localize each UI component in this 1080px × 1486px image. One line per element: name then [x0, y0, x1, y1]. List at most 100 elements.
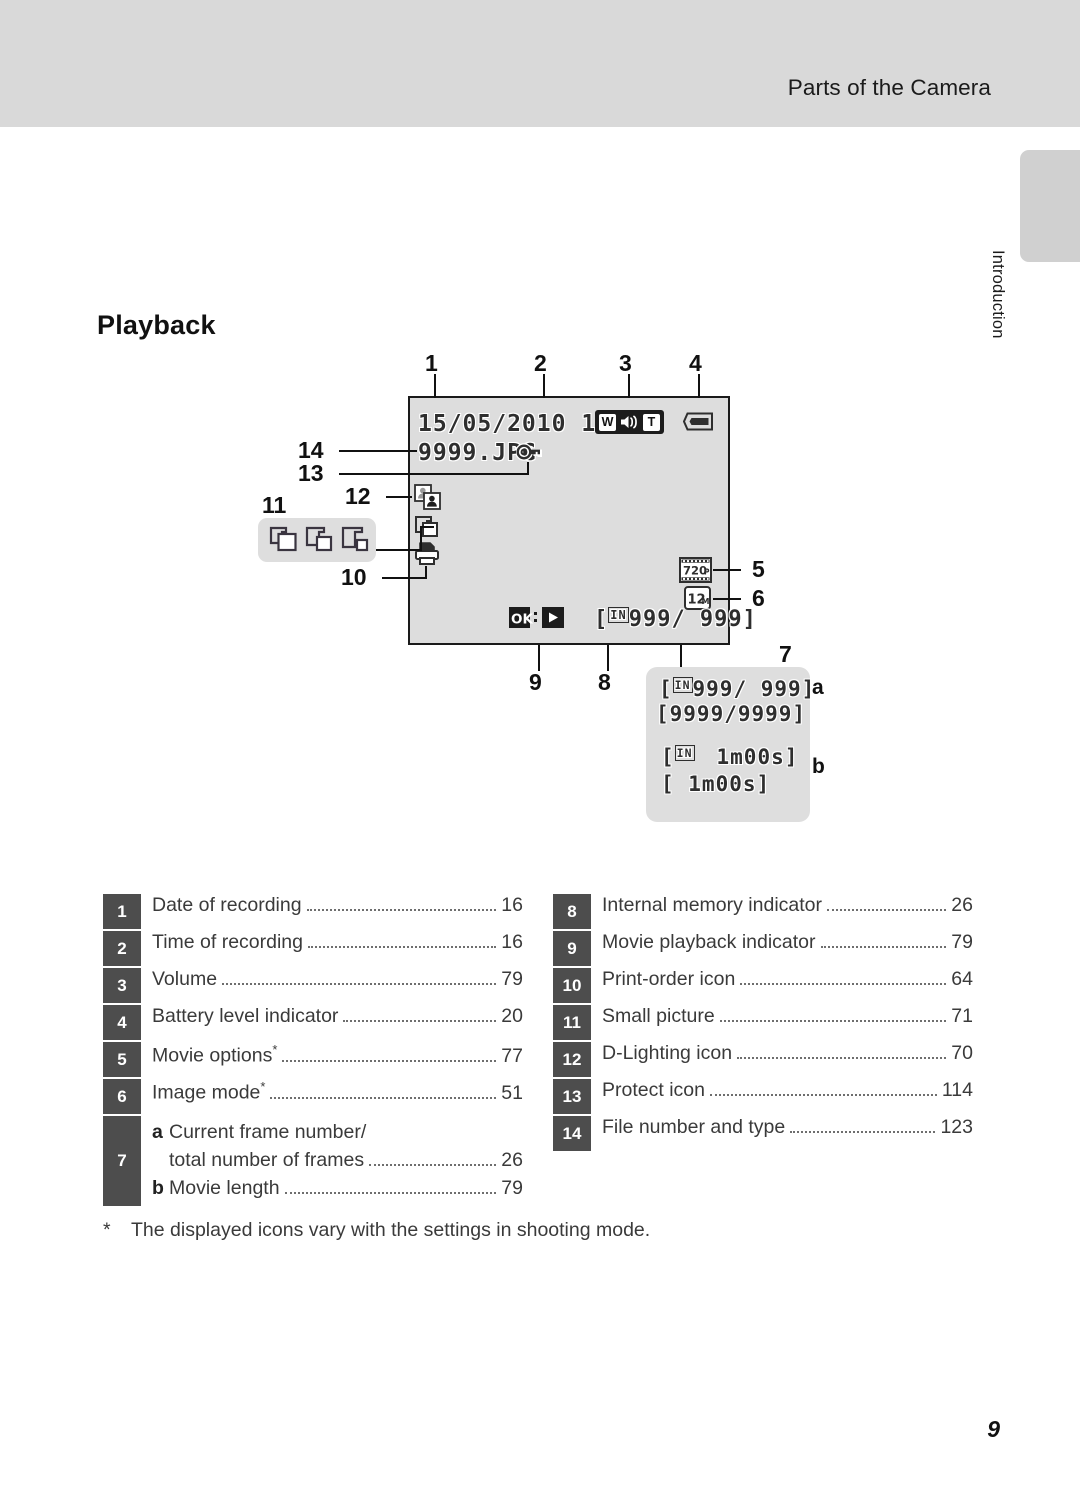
legend-row-number: 1 — [103, 894, 141, 929]
leader-line-14 — [339, 450, 417, 453]
callout-number-4: 4 — [689, 350, 702, 376]
footnote-star: * — [272, 1042, 278, 1057]
svg-text:OK: OK — [511, 612, 533, 628]
legend-row-page: 77 — [501, 1044, 523, 1067]
leader-line-3 — [628, 374, 631, 398]
legend-row-label: File number and type — [602, 1116, 786, 1138]
legend-row: 14 File number and type 123 — [553, 1116, 973, 1151]
legend-row: 5 Movie options* 77 — [103, 1042, 523, 1077]
callout-number-8: 8 — [598, 669, 611, 695]
legend-row-body: Internal memory indicator 26 — [591, 894, 973, 929]
legend-row: 3 Volume 79 — [103, 968, 523, 1003]
legend-row-7a-line1: a Current frame number/ — [152, 1119, 523, 1147]
legend-row: 10 Print-order icon 64 — [553, 968, 973, 1003]
leader-dots — [282, 1059, 497, 1062]
legend-row-page: 79 — [951, 931, 973, 953]
volume-indicator: W T — [595, 410, 664, 434]
legend-row-number: 13 — [553, 1079, 591, 1114]
volume-wide-icon: W — [599, 413, 616, 431]
small-picture-icon-small — [341, 526, 371, 559]
legend-row-page: 20 — [501, 1005, 523, 1027]
internal-memory-indicator-screen: IN — [608, 607, 629, 623]
legend-row-number: 5 — [103, 1042, 141, 1077]
legend-row-7b: b Movie length 79 — [152, 1175, 523, 1203]
legend-row-number: 12 — [553, 1042, 591, 1077]
leader-line-10-h — [382, 577, 427, 580]
legend-row-number: 3 — [103, 968, 141, 1003]
legend-row-page: 79 — [501, 968, 523, 990]
leader-dots — [343, 1020, 497, 1022]
small-picture-icon-screen — [414, 515, 440, 544]
legend-row-body: Image mode* 51 — [141, 1079, 523, 1114]
legend-row-body: Movie playback indicator 79 — [591, 931, 973, 966]
leader-line-5 — [713, 569, 741, 572]
page-number: 9 — [987, 1416, 1000, 1442]
small-picture-size-group — [258, 518, 376, 562]
legend-row: 9 Movie playback indicator 79 — [553, 931, 973, 966]
legend-row-label: Protect icon — [602, 1079, 705, 1101]
legend-row-number: 6 — [103, 1079, 141, 1114]
leader-dots — [222, 983, 497, 985]
legend-row: 4 Battery level indicator 20 — [103, 1005, 523, 1040]
legend-row-label: Movie playback indicator — [602, 931, 816, 953]
legend-column-left: 1 Date of recording 16 2 Time of recording 16… — [103, 894, 523, 1208]
legend-row-label: Battery level indicator — [152, 1005, 339, 1027]
detail-sublabel-a: a — [812, 676, 824, 699]
legend-row-page: 16 — [501, 931, 523, 953]
legend-row-page: 26 — [951, 894, 973, 916]
callout-number-10: 10 — [341, 564, 367, 590]
leader-line-11-h2 — [420, 526, 434, 529]
leader-line-1 — [434, 374, 437, 398]
leader-dots — [284, 1191, 497, 1194]
leader-line-12 — [386, 496, 412, 499]
svg-text:P: P — [704, 568, 710, 577]
legend-row-label: Time of recording — [152, 931, 304, 953]
legend-row-body: Protect icon 114 — [591, 1079, 973, 1114]
legend-row-body: Movie options* 77 — [141, 1042, 523, 1077]
legend-column-right: 8 Internal memory indicator 26 9 Movie playb… — [553, 894, 973, 1153]
legend-row-7a-text2: total number of frames — [169, 1149, 365, 1172]
legend-row-number: 2 — [103, 931, 141, 966]
callout-number-14: 14 — [298, 437, 324, 463]
small-picture-icon-medium — [305, 526, 335, 559]
legend-row: 8 Internal memory indicator 26 — [553, 894, 973, 929]
footnote-text: The displayed icons vary with the settin… — [131, 1219, 651, 1241]
leader-line-13-h — [339, 473, 529, 476]
legend-row-body: Print-order icon 64 — [591, 968, 973, 1003]
leader-line-2 — [543, 374, 546, 398]
legend-row-page: 70 — [951, 1042, 973, 1064]
legend-row: 1 Date of recording 16 — [103, 894, 523, 929]
detail-line-b2: [ 1m00s] — [661, 772, 771, 796]
leader-dots — [790, 1131, 936, 1133]
leader-dots — [740, 983, 947, 985]
battery-level-icon — [682, 412, 713, 431]
legend-row-body: Date of recording 16 — [141, 894, 523, 929]
leader-line-8 — [607, 645, 610, 671]
legend-row: 11 Small picture 71 — [553, 1005, 973, 1040]
legend-row-number: 8 — [553, 894, 591, 929]
legend-row: 6 Image mode* 51 — [103, 1079, 523, 1114]
leader-dots — [308, 946, 497, 948]
legend-row-label: Small picture — [602, 1005, 715, 1027]
legend-row-page: 16 — [501, 894, 523, 916]
leader-line-9 — [538, 645, 541, 671]
legend-row-7a-text1: Current frame number/ — [169, 1121, 367, 1144]
callout-number-12: 12 — [345, 483, 371, 509]
callout-number-9: 9 — [529, 669, 542, 695]
legend-row-7: 7 a Current frame number/total number of f… — [103, 1116, 523, 1206]
legend-row-7a-line2: total number of frames 26 — [152, 1147, 523, 1175]
playback-display-diagram: 1 2 3 4 15/05/2010 12:00 W T 9999.JPG — [0, 0, 1080, 860]
detail-line-b1: [IN 1m00s] — [661, 745, 799, 769]
detail-line-a1: [IN999/ 999] — [659, 677, 816, 701]
footnote: * The displayed icons vary with the setti… — [103, 1219, 650, 1242]
legend-row-7b-text: Movie length — [169, 1176, 280, 1199]
legend-row-page: 64 — [951, 968, 973, 990]
footnote-star: * — [260, 1079, 266, 1094]
leader-dots — [737, 1057, 947, 1059]
leader-line-11-h1 — [376, 549, 422, 552]
callout-number-5: 5 — [752, 556, 765, 582]
legend-row-body: Small picture 71 — [591, 1005, 973, 1040]
frame-counter-detail-box: [IN999/ 999] [9999/9999] [IN 1m00s] [ 1m0… — [646, 667, 814, 822]
legend-row-body: File number and type 123 — [591, 1116, 973, 1151]
leader-dots — [719, 1020, 947, 1022]
